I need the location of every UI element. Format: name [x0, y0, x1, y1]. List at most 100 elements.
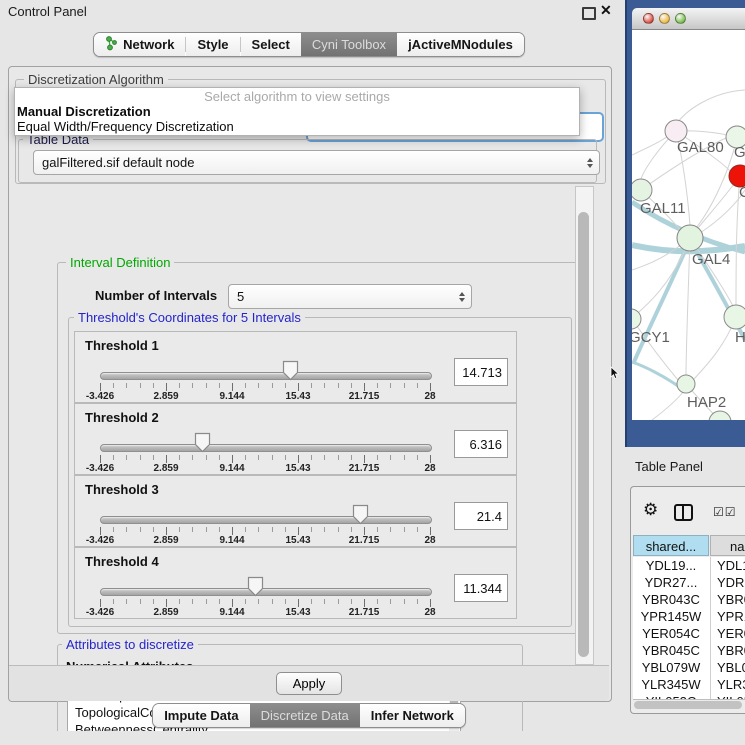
slider-thumb[interactable]	[352, 504, 369, 525]
tick-mark	[258, 527, 259, 532]
cell-name[interactable]: YDR27...	[717, 574, 745, 591]
cell-name[interactable]: YDL19...	[717, 557, 745, 574]
dropdown-option-equal-width-frequency[interactable]: Equal Width/Frequency Discretization	[15, 119, 579, 134]
slider-track[interactable]	[100, 444, 432, 452]
table-row[interactable]: YDL19... YDL19...	[633, 557, 745, 574]
tab-network[interactable]: Network	[94, 33, 185, 56]
tick-mark	[324, 527, 325, 532]
table-row[interactable]: YBR043C YBR043C	[633, 591, 745, 608]
table-scrollbar-thumb[interactable]	[634, 701, 742, 709]
tick-mark	[338, 599, 339, 604]
column-header-shared[interactable]: shared...	[633, 535, 709, 556]
gear-icon[interactable]: ⚙	[643, 500, 658, 520]
tick-mark	[258, 599, 259, 604]
cell-shared-name[interactable]: YBR043C	[633, 591, 709, 608]
cell-shared-name[interactable]: YPR145W	[633, 608, 709, 625]
tick-mark	[430, 455, 431, 463]
tick-mark	[219, 383, 220, 388]
tick-mark	[113, 383, 114, 388]
table-row[interactable]: YER054C YER054C	[633, 625, 745, 642]
column-header-name[interactable]: name	[710, 535, 745, 556]
network-node[interactable]	[677, 375, 695, 393]
number-of-intervals-combobox[interactable]: 5	[228, 284, 472, 309]
slider-track[interactable]	[100, 516, 432, 524]
network-node[interactable]	[677, 225, 703, 251]
network-view-window[interactable]: GAL80GACGAL11GAL4GCY1HHAP2	[625, 0, 745, 447]
cell-shared-name[interactable]: YER054C	[633, 625, 709, 642]
threshold-value-field[interactable]: 21.4	[454, 502, 508, 530]
number-of-intervals-value: 5	[237, 285, 244, 308]
slider-thumb[interactable]	[194, 432, 211, 453]
tick-mark	[179, 527, 180, 532]
network-edge[interactable]	[686, 238, 690, 375]
cell-name[interactable]: YLR345W	[717, 676, 745, 693]
tick-mark	[364, 599, 365, 607]
traffic-light-close[interactable]	[643, 13, 654, 24]
tick-mark	[126, 527, 127, 532]
network-graph[interactable]: GAL80GACGAL11GAL4GCY1HHAP2	[632, 30, 745, 420]
split-columns-icon[interactable]	[674, 504, 693, 521]
tick-label: -3.426	[86, 391, 114, 402]
table-row[interactable]: YDR27... YDR27...	[633, 574, 745, 591]
traffic-light-zoom[interactable]	[675, 13, 686, 24]
threshold-value-field[interactable]: 6.316	[454, 430, 508, 458]
cell-name[interactable]: YBR045C	[717, 642, 745, 659]
dropdown-option-manual-discretization[interactable]: Manual Discretization	[15, 104, 579, 119]
table-horizontal-scrollbar[interactable]	[633, 699, 745, 710]
tab-select[interactable]: Select	[241, 33, 301, 56]
network-node[interactable]	[632, 179, 652, 201]
tick-mark	[179, 455, 180, 460]
cell-shared-name[interactable]: YDR27...	[633, 574, 709, 591]
cell-name[interactable]: YBL079W	[717, 659, 745, 676]
tick-mark	[166, 599, 167, 607]
tick-mark	[390, 527, 391, 532]
slider-thumb[interactable]	[282, 360, 299, 381]
slider-track[interactable]	[100, 588, 432, 596]
float-window-icon[interactable]	[582, 7, 596, 20]
cell-name[interactable]: YBR043C	[717, 591, 745, 608]
dropdown-placeholder[interactable]: Select algorithm to view settings	[15, 89, 579, 104]
table-row[interactable]: YLR345W YLR345W	[633, 676, 745, 693]
tab-jactivemnodules[interactable]: jActiveMNodules	[397, 33, 524, 56]
table-row[interactable]: YBL079W YBL079W	[633, 659, 745, 676]
tab-discretize-data[interactable]: Discretize Data	[250, 704, 360, 727]
cell-shared-name[interactable]: YBR045C	[633, 642, 709, 659]
slider-thumb[interactable]	[247, 576, 264, 597]
cell-shared-name[interactable]: YBL079W	[633, 659, 709, 676]
tab-infer-network[interactable]: Infer Network	[360, 704, 465, 727]
tick-mark	[140, 527, 141, 532]
tab-style[interactable]: Style	[186, 33, 239, 56]
tick-mark	[417, 599, 418, 604]
tab-label: Infer Network	[371, 708, 454, 723]
traffic-light-minimize[interactable]	[659, 13, 670, 24]
threshold-value-field[interactable]: 14.713	[454, 358, 508, 386]
cell-name[interactable]: YER054C	[717, 625, 745, 642]
table-row[interactable]: YBR045C YBR045C	[633, 642, 745, 659]
cell-shared-name[interactable]: YDL19...	[633, 557, 709, 574]
network-window-titlebar[interactable]	[632, 8, 745, 30]
close-icon[interactable]: ✕	[600, 2, 612, 19]
cell-shared-name[interactable]: YLR345W	[633, 676, 709, 693]
tick-mark	[351, 599, 352, 604]
tick-mark	[338, 455, 339, 460]
network-edge[interactable]	[678, 90, 745, 122]
tick-mark	[192, 527, 193, 532]
panel-scrollbar[interactable]	[575, 186, 594, 665]
slider-track[interactable]	[100, 372, 432, 380]
tab-impute-data[interactable]: Impute Data	[153, 704, 249, 727]
column-checkboxes-icon[interactable]: ☑☑	[713, 505, 737, 519]
tick-mark	[377, 455, 378, 460]
tick-mark	[206, 383, 207, 388]
table-row[interactable]: YPR145W YPR145W	[633, 608, 745, 625]
network-edge[interactable]	[652, 391, 684, 420]
threshold-value-field[interactable]: 11.344	[454, 574, 508, 602]
apply-button[interactable]: Apply	[276, 672, 342, 695]
network-canvas[interactable]: GAL80GACGAL11GAL4GCY1HHAP2	[632, 30, 745, 420]
tick-mark	[285, 527, 286, 532]
tab-cyni-toolbox[interactable]: Cyni Toolbox	[301, 33, 397, 56]
table-data-combobox[interactable]: galFiltered.sif default node	[33, 150, 600, 175]
network-edge[interactable]	[632, 362, 678, 386]
cell-name[interactable]: YPR145W	[717, 608, 745, 625]
panel-scrollbar-thumb[interactable]	[578, 212, 589, 657]
network-node[interactable]	[724, 305, 745, 329]
